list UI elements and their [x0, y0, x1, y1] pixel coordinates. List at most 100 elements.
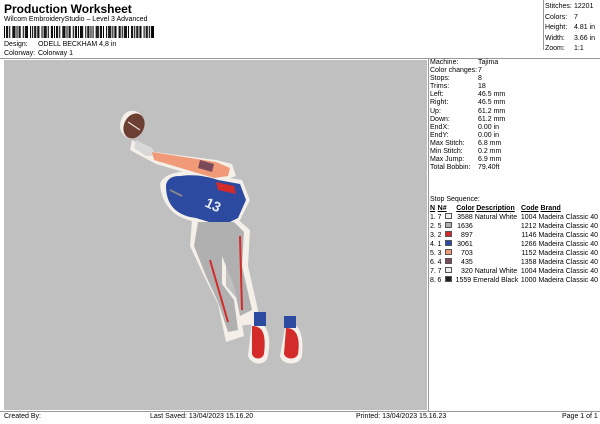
row-code: 1004: [520, 214, 537, 221]
color-swatch: [445, 258, 453, 264]
row-brand: Madeira Classic 40: [538, 259, 598, 266]
row-color-number: 1559: [455, 277, 472, 284]
color-swatch: [445, 249, 453, 255]
row-needle: 1: [437, 241, 442, 248]
row-color-number: 897: [461, 232, 473, 239]
stop-sequence-row: 3. 2 897 1146 Madeira Classic 40: [430, 231, 598, 240]
footer-page: Page 1 of 1: [562, 413, 598, 420]
stat-stitches: Stitches: 12201: [545, 3, 594, 10]
embroidery-design-preview: 13: [120, 110, 303, 364]
machine-info-panel: Machine: Tajima Color changes: 7 Stops: 8 T…: [430, 59, 598, 172]
swatch-cell: [445, 258, 455, 267]
row-description: Natural White: [474, 214, 518, 221]
info-stops: Stops: 8: [430, 75, 482, 83]
row-index: 3.: [430, 232, 436, 239]
row-color-number: 1636: [457, 223, 473, 230]
color-swatch: [445, 240, 453, 246]
row-code: 1146: [521, 232, 537, 239]
row-brand: Madeira Classic 40: [538, 277, 598, 284]
stop-sequence-row: 2. 5 1636 1212 Madeira Classic 40: [430, 222, 598, 231]
stats-panel: Stitches: 12201 Colors: 7 Height: 4.81 in W…: [545, 2, 599, 55]
color-swatch: [445, 231, 453, 237]
info-machine: Machine: Tajima: [430, 59, 499, 66]
colorway-label: Colorway:: [4, 50, 36, 57]
row-color-number: 3061: [457, 241, 473, 248]
info-trims: Trims: 18: [430, 83, 486, 91]
footer-printed: Printed: 13/04/2023 15.16.23: [356, 413, 447, 420]
color-swatch: [445, 267, 453, 273]
software-subtitle: Wilcom EmbroideryStudio – Level 3 Advanc…: [4, 16, 148, 23]
footer-last-saved: Last Saved: 13/04/2023 15.16.20: [150, 413, 254, 420]
info-left: Left: 46.5 mm: [430, 91, 506, 99]
page-title: Production Worksheet: [4, 2, 132, 16]
info-right: Right: 46.5 mm: [430, 99, 506, 107]
info-max-stitch: Max Stitch: 6.8 mm: [430, 139, 502, 147]
row-code: 1000: [520, 277, 537, 284]
colorway-row: Colorway: Colorway 1: [4, 50, 73, 57]
stop-sequence-row: 1. 7 3588 Natural White 1004 Madeira Classic …: [430, 213, 598, 222]
info-max-jump: Max Jump: 6.9 mm: [430, 156, 502, 164]
row-brand: Madeira Classic 40: [538, 214, 598, 221]
row-brand: Madeira Classic 40: [538, 268, 598, 275]
stat-height: Height: 4.81 in: [545, 24, 596, 31]
info-down: Down: 61.2 mm: [430, 115, 506, 123]
stop-sequence-row: 5. 3 703 1152 Madeira Classic 40: [430, 249, 598, 258]
row-needle: 3: [437, 250, 442, 257]
row-needle: 4: [437, 259, 442, 266]
design-label: Design:: [4, 41, 28, 48]
swatch-cell: [445, 222, 455, 231]
row-index: 1.: [430, 214, 436, 221]
row-color-number: 320: [461, 268, 473, 275]
color-swatch: [445, 213, 453, 219]
row-code: 1004: [520, 268, 537, 275]
design-row: Design: ODELL BECKHAM 4,8 in: [4, 41, 116, 48]
row-color-number: 703: [461, 250, 473, 257]
footer-divider: [0, 411, 600, 412]
footer-created-by: Created By:: [4, 413, 41, 420]
row-index: 5.: [430, 250, 436, 257]
swatch-cell: [445, 231, 455, 240]
info-total-bobbin: Total Bobbin: 79.40ft: [430, 164, 500, 172]
panel-divider: [428, 58, 429, 412]
row-index: 8.: [430, 277, 436, 284]
info-color-changes: Color changes: 7: [430, 67, 482, 75]
row-needle: 6: [437, 277, 442, 284]
row-index: 6.: [430, 259, 436, 266]
swatch-cell: [445, 213, 455, 222]
color-swatch: [444, 276, 452, 282]
swatch-cell: [444, 276, 455, 285]
stop-sequence-table: Stop Sequence: N N# Color Description Co…: [430, 195, 598, 285]
worksheet-page: Production Worksheet Wilcom EmbroiderySt…: [0, 0, 600, 424]
row-needle: 2: [437, 232, 442, 239]
stats-divider: [543, 0, 544, 50]
row-color-number: 3588: [457, 214, 473, 221]
row-brand: Madeira Classic 40: [538, 250, 598, 257]
row-code: 1212: [520, 223, 537, 230]
stop-sequence-header: N N# Color Description Code Brand: [430, 205, 561, 212]
info-endx: EndX: 0.00 in: [430, 123, 500, 131]
row-description: Emerald Black: [473, 277, 519, 284]
stop-sequence-row: 7. 7 320 Natural White 1004 Madeira Classic 4…: [430, 267, 598, 276]
info-up: Up: 61.2 mm: [430, 107, 506, 115]
row-code: 1266: [520, 241, 537, 248]
row-description: Natural White: [474, 268, 518, 275]
row-index: 4.: [430, 241, 436, 248]
stop-sequence-title: Stop Sequence:: [430, 196, 480, 203]
swatch-cell: [445, 240, 455, 249]
row-code: 1358: [520, 259, 537, 266]
row-brand: Madeira Classic 40: [538, 241, 598, 248]
row-needle: 7: [437, 268, 442, 275]
row-brand: Madeira Classic 40: [538, 223, 598, 230]
info-endy: EndY: 0.00 in: [430, 131, 500, 139]
row-index: 2.: [430, 223, 436, 230]
design-preview-canvas: 13: [4, 60, 427, 410]
swatch-cell: [445, 267, 455, 276]
stop-sequence-row: 4. 1 3061 1266 Madeira Classic 40: [430, 240, 598, 249]
barcode: [4, 26, 154, 38]
colorway-value: Colorway 1: [37, 50, 73, 57]
row-code: 1152: [521, 250, 537, 257]
swatch-cell: [445, 249, 455, 258]
row-brand: Madeira Classic 40: [538, 232, 598, 239]
row-index: 7.: [430, 268, 436, 275]
row-needle: 7: [437, 214, 442, 221]
